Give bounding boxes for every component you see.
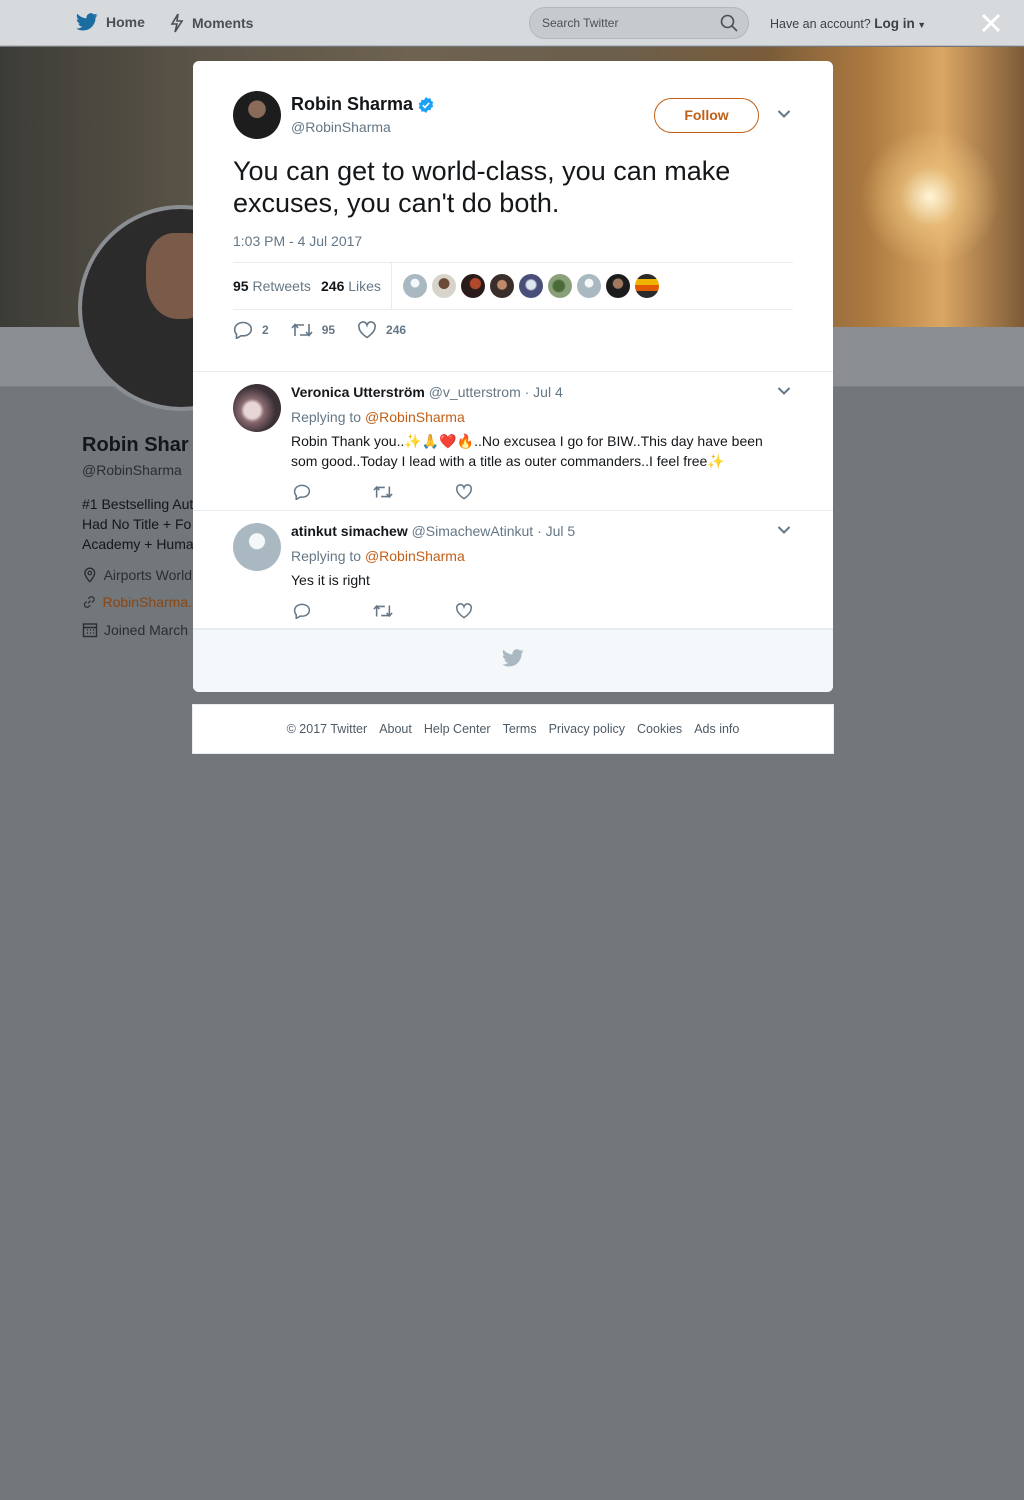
account-prompt: Have an account? [770,17,871,31]
lightning-icon [170,13,184,33]
profile-name: Robin Shar [82,434,189,456]
footer-link-terms[interactable]: Terms [503,722,537,736]
twitter-bird-icon [76,13,98,31]
search-placeholder: Search Twitter [542,16,619,30]
likes-stat[interactable]: 246 Likes [321,278,381,294]
reply-actions [293,603,473,619]
liker-avatar[interactable] [403,274,427,298]
liker-avatar[interactable] [606,274,630,298]
author-avatar[interactable] [233,91,281,139]
login-link[interactable]: Log in [874,16,915,31]
profile-joined: Joined March [82,622,192,638]
reply-avatar[interactable] [233,523,281,571]
stats-divider [391,263,392,309]
liker-avatar[interactable] [432,274,456,298]
reply-text: Yes it is right [291,572,370,588]
retweet-icon[interactable] [373,603,393,619]
permalink-tweet: Robin Sharma @RobinSharma Follow You can… [193,61,833,372]
footer-copyright: © 2017 Twitter [286,722,368,736]
heart-icon[interactable] [455,603,473,619]
nav-moments-label: Moments [192,15,254,31]
reply-date[interactable]: · Jul 4 [525,384,563,400]
twitter-bird-icon [502,649,524,667]
footer-link-ads-info[interactable]: Ads info [694,722,739,736]
retweets-stat[interactable]: 95 Retweets [233,278,311,294]
reply-text: Robin Thank you..✨🙏❤️🔥..No excusea I go … [291,433,763,469]
author-handle[interactable]: @RobinSharma [291,119,391,135]
calendar-icon [82,623,98,638]
profile-website[interactable]: RobinSharma. [82,594,192,610]
tweet-text: You can get to world-class, you can make… [233,156,731,218]
replying-to: Replying to @RobinSharma [291,548,465,564]
chevron-down-icon[interactable] [777,109,791,119]
nav-home[interactable]: Home [76,13,145,31]
retweet-icon [291,323,313,337]
retweet-action[interactable]: 95 [291,322,335,338]
author-name[interactable]: Robin Sharma [291,94,434,115]
search-input[interactable]: Search Twitter [529,7,749,39]
heart-icon[interactable] [455,484,473,500]
replying-to-link[interactable]: @RobinSharma [365,409,465,425]
tweet-actions: 2 95 246 [233,321,428,339]
liker-avatar[interactable] [577,274,601,298]
tweet-timestamp[interactable]: 1:03 PM - 4 Jul 2017 [233,233,362,249]
reply-icon[interactable] [293,484,311,500]
chevron-down-icon[interactable] [777,525,791,535]
reply-author-handle[interactable]: @SimachewAtinkut [412,523,534,539]
footer-link-about[interactable]: About [379,722,412,736]
replying-to: Replying to @RobinSharma [291,409,465,425]
profile-location: Airports World [82,566,192,583]
footer-link-privacy[interactable]: Privacy policy [549,722,625,736]
reply-action[interactable]: 2 [233,321,269,339]
reply-tweet[interactable]: Veronica Utterström @v_utterstrom · Jul … [193,372,833,511]
liker-avatar[interactable] [461,274,485,298]
link-icon [83,596,95,608]
liker-avatars [403,274,659,298]
footer-link-cookies[interactable]: Cookies [637,722,682,736]
nav-moments[interactable]: Moments [170,13,253,33]
nav-home-label: Home [106,14,145,30]
like-action[interactable]: 246 [357,321,406,339]
liker-avatar[interactable] [635,274,659,298]
search-icon[interactable] [720,14,738,32]
profile-handle: @RobinSharma [82,462,182,478]
footer-link-help-center[interactable]: Help Center [424,722,491,736]
reply-tweet[interactable]: atinkut simachew @SimachewAtinkut · Jul … [193,511,833,629]
verified-badge-icon [418,96,434,113]
reply-author-handle[interactable]: @v_utterstrom [429,384,521,400]
tweet-stats: 95 Retweets 246 Likes [233,262,793,310]
top-navigation: Home Moments Search Twitter Have an acco… [0,0,1024,46]
follow-button[interactable]: Follow [654,98,759,133]
page-footer: © 2017 Twitter About Help Center Terms P… [192,704,834,754]
heart-icon [358,321,376,339]
modal-footer [193,629,833,692]
caret-down-icon: ▼ [914,20,927,30]
reply-author-name[interactable]: Veronica Utterström [291,384,425,400]
tweet-modal: Robin Sharma @RobinSharma Follow You can… [193,61,833,692]
close-icon[interactable] [980,12,1002,34]
location-icon [84,567,96,583]
chevron-down-icon[interactable] [777,386,791,396]
replying-to-link[interactable]: @RobinSharma [365,548,465,564]
reply-avatar[interactable] [233,384,281,432]
liker-avatar[interactable] [519,274,543,298]
profile-bio: #1 Bestselling Aut Had No Title + Fo Acade… [82,496,194,552]
reply-header: Veronica Utterström @v_utterstrom · Jul … [291,384,563,400]
reply-icon[interactable] [293,603,311,619]
reply-actions [293,484,473,500]
reply-header: atinkut simachew @SimachewAtinkut · Jul … [291,523,575,539]
liker-avatar[interactable] [548,274,572,298]
reply-date[interactable]: · Jul 5 [537,523,575,539]
reply-icon [233,321,253,339]
account-login[interactable]: Have an account? Log in ▼ [770,16,926,31]
retweet-icon[interactable] [373,484,393,500]
reply-author-name[interactable]: atinkut simachew [291,523,408,539]
liker-avatar[interactable] [490,274,514,298]
